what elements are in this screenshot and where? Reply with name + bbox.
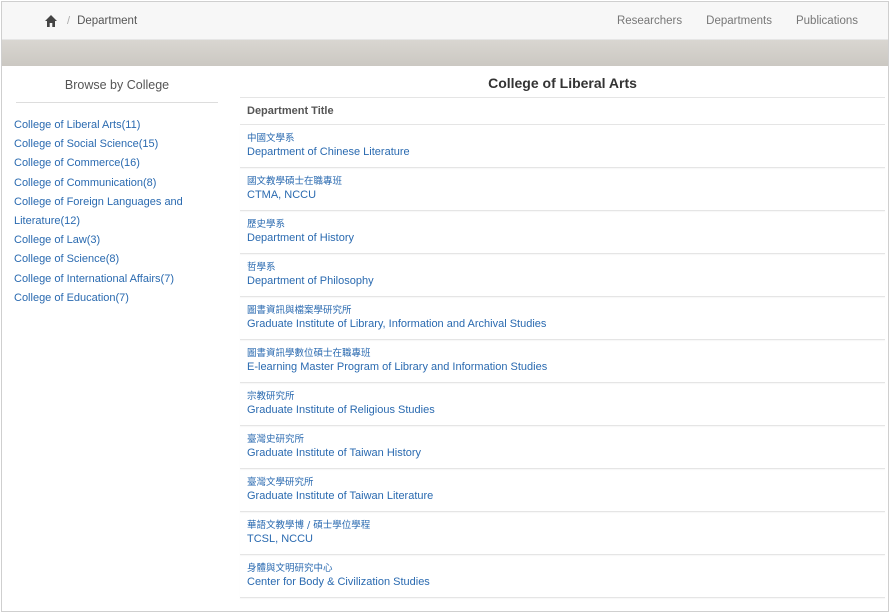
college-link-foreign-languages[interactable]: College of Foreign Languages and — [14, 196, 183, 208]
top-bar: / Department Researchers Departments Pub… — [2, 2, 888, 40]
header-banner — [2, 40, 888, 66]
nav-researchers[interactable]: Researchers — [617, 15, 682, 27]
table-row: 國文教學碩士在職專班 CTMA, NCCU — [240, 168, 885, 211]
top-nav: Researchers Departments Publications — [617, 15, 858, 27]
department-name-zh[interactable]: 哲學系 — [247, 261, 878, 274]
breadcrumb-current: Department — [77, 14, 138, 27]
table-row: 華語文教學博 / 碩士學位學程 TCSL, NCCU — [240, 512, 885, 555]
college-link-liberal-arts[interactable]: College of Liberal Arts(11) — [14, 119, 140, 131]
table-row: 中國文學系 Department of Chinese Literature — [240, 125, 885, 168]
college-link-education[interactable]: College of Education(7) — [14, 292, 129, 304]
nav-departments[interactable]: Departments — [706, 15, 772, 27]
department-name-en[interactable]: Center for Body & Civilization Studies — [247, 575, 878, 590]
department-name-zh[interactable]: 身體與文明研究中心 — [247, 562, 878, 575]
page-frame: / Department Researchers Departments Pub… — [1, 1, 889, 612]
college-link-social-science[interactable]: College of Social Science(15) — [14, 138, 158, 150]
college-link-law[interactable]: College of Law(3) — [14, 234, 100, 246]
department-name-zh[interactable]: 國文教學碩士在職專班 — [247, 175, 878, 188]
column-header: Department Title — [240, 98, 885, 125]
department-name-zh[interactable]: 臺灣文學研究所 — [247, 476, 878, 489]
department-name-zh[interactable]: 臺灣史研究所 — [247, 433, 878, 446]
college-link-commerce[interactable]: College of Commerce(16) — [14, 157, 140, 169]
department-name-en[interactable]: Graduate Institute of Taiwan Literature — [247, 489, 878, 504]
sidebar: Browse by College College of Liberal Art… — [2, 66, 230, 598]
nav-publications[interactable]: Publications — [796, 15, 858, 27]
department-name-zh[interactable]: 華語文教學博 / 碩士學位學程 — [247, 519, 878, 532]
table-row: 宗教研究所 Graduate Institute of Religious St… — [240, 383, 885, 426]
department-name-en[interactable]: Graduate Institute of Library, Informati… — [247, 317, 878, 332]
department-name-zh[interactable]: 宗教研究所 — [247, 390, 878, 403]
college-link-science[interactable]: College of Science(8) — [14, 253, 119, 265]
breadcrumb-separator: / — [67, 14, 71, 27]
table-row: 臺灣文學研究所 Graduate Institute of Taiwan Lit… — [240, 469, 885, 512]
college-link-communication[interactable]: College of Communication(8) — [14, 177, 156, 189]
department-name-en[interactable]: Department of Philosophy — [247, 274, 878, 289]
department-name-en[interactable]: Department of Chinese Literature — [247, 145, 878, 160]
table-row: 歷史學系 Department of History — [240, 211, 885, 254]
table-row: 臺灣史研究所 Graduate Institute of Taiwan Hist… — [240, 426, 885, 469]
table-row: 圖書資訊與檔案學研究所 Graduate Institute of Librar… — [240, 297, 885, 340]
home-icon[interactable] — [44, 14, 58, 28]
department-name-en[interactable]: TCSL, NCCU — [247, 532, 878, 547]
page-title: College of Liberal Arts — [488, 75, 637, 91]
department-name-en[interactable]: E-learning Master Program of Library and… — [247, 360, 878, 375]
college-link-international-affairs[interactable]: College of International Affairs(7) — [14, 273, 174, 285]
college-link-foreign-languages-cont[interactable]: Literature(12) — [14, 215, 80, 227]
department-name-en[interactable]: CTMA, NCCU — [247, 188, 878, 203]
department-name-en[interactable]: Graduate Institute of Religious Studies — [247, 403, 878, 418]
sidebar-title: Browse by College — [16, 66, 218, 103]
college-list: College of Liberal Arts(11) College of S… — [14, 116, 220, 308]
department-table: Department Title 中國文學系 Department of Chi… — [240, 97, 885, 598]
table-row: 哲學系 Department of Philosophy — [240, 254, 885, 297]
content-area: Browse by College College of Liberal Art… — [2, 66, 888, 598]
department-name-en[interactable]: Graduate Institute of Taiwan History — [247, 446, 878, 461]
main-panel: College of Liberal Arts Department Title… — [230, 66, 888, 598]
table-row: 身體與文明研究中心 Center for Body & Civilization… — [240, 555, 885, 598]
department-name-zh[interactable]: 中國文學系 — [247, 132, 878, 145]
department-name-zh[interactable]: 圖書資訊與檔案學研究所 — [247, 304, 878, 317]
department-name-zh[interactable]: 歷史學系 — [247, 218, 878, 231]
department-name-en[interactable]: Department of History — [247, 231, 878, 246]
table-row: 圖書資訊學數位碩士在職專班 E-learning Master Program … — [240, 340, 885, 383]
department-name-zh[interactable]: 圖書資訊學數位碩士在職專班 — [247, 347, 878, 360]
